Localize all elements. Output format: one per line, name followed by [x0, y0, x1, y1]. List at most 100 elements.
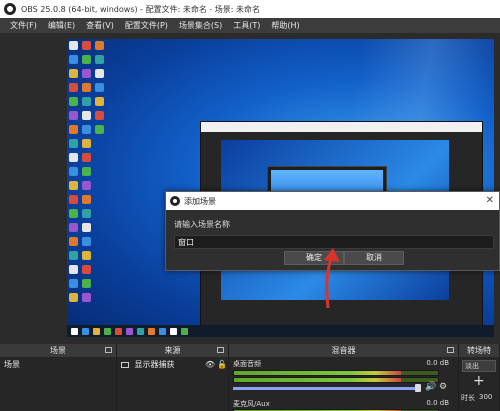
- desktop-icon: [82, 209, 91, 218]
- scene-item-label: 场景: [4, 360, 20, 369]
- desktop-icon: [95, 83, 104, 92]
- eye-icon[interactable]: 👁: [205, 359, 215, 371]
- close-icon[interactable]: ✕: [486, 194, 494, 208]
- transitions-dock: 转场特 淡出 + 时长 300: [459, 344, 500, 411]
- taskbar-icon: [82, 327, 89, 335]
- taskbar-icon: [126, 327, 133, 335]
- desktop-icon: [69, 293, 78, 302]
- taskbar-icon: [115, 327, 122, 335]
- desktop-icon: [82, 111, 91, 120]
- menu-tools[interactable]: 工具(T): [233, 20, 260, 31]
- lock-icon[interactable]: 🔓: [217, 359, 227, 371]
- dialog-title: 添加场景: [184, 196, 216, 206]
- scene-list-item[interactable]: 场景: [4, 359, 20, 371]
- transitions-body: 淡出 + 时长 300: [459, 357, 499, 411]
- desktop-icon: [69, 237, 78, 246]
- desktop-icon: [95, 69, 104, 78]
- desktop-icon: [69, 167, 78, 176]
- taskbar-icon: [181, 327, 188, 335]
- window-title: OBS 25.0.8 (64-bit, windows) - 配置文件: 未命名…: [21, 4, 261, 14]
- source-list-item[interactable]: 显示器捕获 👁 🔓: [121, 359, 227, 371]
- desktop-icon: [82, 153, 91, 162]
- desktop-icon: [82, 265, 91, 274]
- desktop-icon: [82, 139, 91, 148]
- scenes-list: 场景: [0, 357, 116, 411]
- desktop-icon: [82, 41, 91, 50]
- nested-title-bar: [201, 122, 482, 132]
- monitor-icon: [121, 361, 129, 368]
- desktop-icon: [69, 55, 78, 64]
- desktop-icon: [82, 181, 91, 190]
- transition-select[interactable]: 淡出: [462, 360, 496, 372]
- undock-icon[interactable]: [105, 347, 112, 353]
- desktop-icon: [82, 167, 91, 176]
- desktop-icon: [69, 209, 78, 218]
- desktop-icon: [82, 223, 91, 232]
- audio-meter-level: [234, 371, 402, 375]
- desktop-icon: [95, 41, 104, 50]
- channel-name: 麦克风/Aux: [233, 400, 270, 408]
- desktop-icon: [69, 139, 78, 148]
- speaker-icon[interactable]: 🔊: [425, 382, 436, 392]
- desktop-icon: [69, 153, 78, 162]
- desktop-icon: [69, 97, 78, 106]
- menu-bar: 文件(F) 编辑(E) 查看(V) 配置文件(P) 场景集合(S) 工具(T) …: [0, 18, 500, 33]
- desktop-icon: [69, 69, 78, 78]
- volume-slider-fill: [233, 387, 419, 390]
- menu-help[interactable]: 帮助(H): [271, 20, 299, 31]
- add-icon[interactable]: +: [473, 374, 485, 388]
- desktop-icon: [69, 195, 78, 204]
- sources-header: 来源: [117, 344, 228, 357]
- volume-slider-handle[interactable]: [415, 384, 421, 392]
- transitions-header-label: 转场特: [467, 346, 491, 355]
- desktop-icon: [95, 97, 104, 106]
- audio-meter-level: [234, 378, 402, 382]
- undock-icon[interactable]: [217, 347, 224, 353]
- dialog-title-bar: 添加场景 ✕: [166, 192, 499, 210]
- audio-meter: [233, 370, 439, 376]
- channel-name: 桌面音频: [233, 360, 261, 368]
- menu-scene-collection[interactable]: 场景集合(S): [179, 20, 222, 31]
- menu-view[interactable]: 查看(V): [86, 20, 114, 31]
- source-item-label: 显示器捕获: [134, 360, 175, 369]
- title-bar: OBS 25.0.8 (64-bit, windows) - 配置文件: 未命名…: [0, 0, 500, 18]
- desktop-icon: [82, 293, 91, 302]
- duration-value[interactable]: 300: [479, 393, 492, 401]
- desktop-icon: [95, 125, 104, 134]
- mixer-channel-mic-aux: 麦克风/Aux 0.0 dB: [233, 399, 455, 409]
- dock-panels: 场景 场景 来源 显示器捕获 👁 🔓 混音器 桌面音频 0.0 dB 🔊 ⚙ 麦…: [0, 344, 500, 411]
- audio-meter: [233, 377, 439, 383]
- channel-level: 0.0 dB: [426, 399, 449, 407]
- preview-desktop-capture: [67, 39, 494, 337]
- cancel-button[interactable]: 取消: [344, 251, 404, 265]
- channel-level: 0.0 dB: [426, 359, 449, 367]
- desktop-icon: [69, 279, 78, 288]
- gear-icon[interactable]: ⚙: [439, 382, 447, 392]
- desktop-icon: [69, 181, 78, 190]
- menu-edit[interactable]: 编辑(E): [48, 20, 75, 31]
- volume-slider[interactable]: [233, 387, 419, 390]
- taskbar-icon: [104, 327, 111, 335]
- undock-icon[interactable]: [447, 347, 454, 353]
- scenes-dock: 场景 场景: [0, 344, 117, 411]
- desktop-icon-grid: [69, 41, 109, 311]
- taskbar-icon: [170, 327, 177, 335]
- desktop-icon: [69, 83, 78, 92]
- duration-label: 时长: [461, 394, 475, 402]
- desktop-icon: [69, 265, 78, 274]
- taskbar-icon: [71, 327, 78, 335]
- desktop-icon: [82, 251, 91, 260]
- scenes-header: 场景: [0, 344, 116, 357]
- sources-dock: 来源 显示器捕获 👁 🔓: [117, 344, 229, 411]
- menu-profile[interactable]: 配置文件(P): [125, 20, 168, 31]
- mixer-dock: 混音器 桌面音频 0.0 dB 🔊 ⚙ 麦克风/Aux 0.0 dB: [229, 344, 459, 411]
- taskbar-icon: [137, 327, 144, 335]
- menu-file[interactable]: 文件(F): [10, 20, 37, 31]
- preview-area[interactable]: [0, 33, 500, 344]
- mixer-header-label: 混音器: [331, 346, 356, 355]
- red-arrow-annotation: [324, 248, 340, 309]
- desktop-icon: [69, 251, 78, 260]
- desktop-icon: [95, 111, 104, 120]
- taskbar-icon: [93, 327, 100, 335]
- desktop-icon: [82, 69, 91, 78]
